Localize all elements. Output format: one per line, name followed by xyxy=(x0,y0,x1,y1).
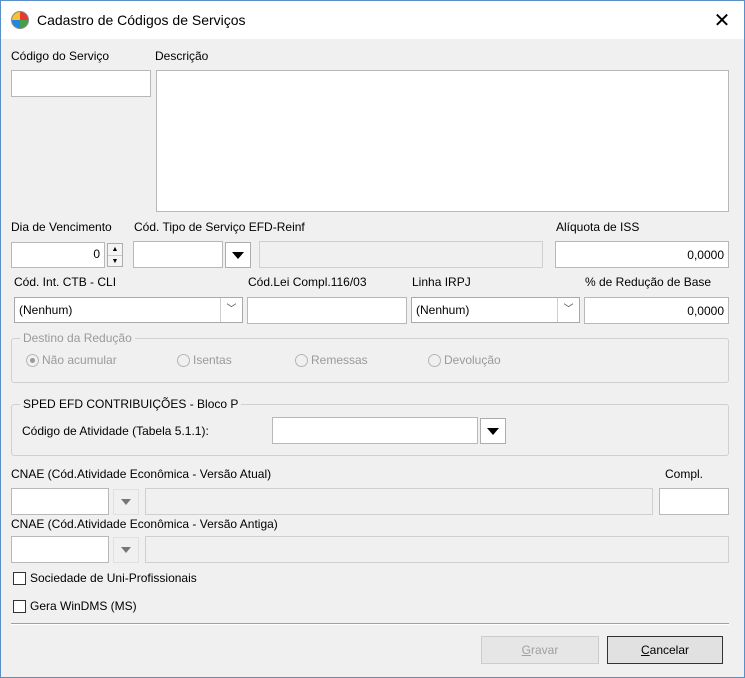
descricao-label: Descrição xyxy=(155,49,209,63)
dia-vencimento-spinner[interactable]: ▲ ▼ xyxy=(107,243,123,267)
cnae-antiga-label: CNAE (Cód.Atividade Econômica - Versão A… xyxy=(11,517,278,531)
dropdown-arrow-icon xyxy=(121,499,131,505)
radio-label: Não acumular xyxy=(42,353,117,367)
dropdown-arrow-icon xyxy=(121,547,131,553)
sped-legend: SPED EFD CONTRIBUIÇÕES - Bloco P xyxy=(20,397,242,411)
cod-tipo-servico-input[interactable] xyxy=(133,241,223,268)
app-icon xyxy=(11,11,29,29)
dialog-window: Cadastro de Códigos de Serviços ✕ Código… xyxy=(0,0,745,678)
codigo-servico-label: Código do Serviço xyxy=(11,49,110,63)
title-bar: Cadastro de Códigos de Serviços ✕ xyxy=(1,1,744,39)
codigo-atividade-label: Código de Atividade (Tabela 5.1.1): xyxy=(22,424,209,438)
radio-icon xyxy=(295,353,308,367)
spin-up-icon[interactable]: ▲ xyxy=(108,244,122,256)
cancelar-label: ancelar xyxy=(649,643,690,657)
cnae-atual-dropdown-button[interactable] xyxy=(113,489,139,515)
destino-reducao-group: Destino da Redução Não acumular Isentas … xyxy=(11,331,729,383)
gravar-button[interactable]: Gravar xyxy=(481,636,599,664)
linha-irpj-value: (Nenhum) xyxy=(416,303,470,317)
checkbox-label: Sociedade de Uni-Profissionais xyxy=(30,571,197,585)
gravar-label: ravar xyxy=(531,643,559,657)
radio-label: Isentas xyxy=(193,353,232,367)
cnae-antiga-dropdown-button[interactable] xyxy=(113,537,139,563)
sociedade-uni-profissionais-checkbox[interactable]: Sociedade de Uni-Profissionais xyxy=(13,571,197,585)
footer-separator xyxy=(11,623,729,625)
pct-reducao-label: % de Redução de Base xyxy=(585,275,712,289)
spin-down-icon[interactable]: ▼ xyxy=(108,256,122,267)
window-title: Cadastro de Códigos de Serviços xyxy=(37,12,246,28)
cnae-antiga-description xyxy=(145,536,729,563)
radio-devolucao[interactable]: Devolução xyxy=(428,353,501,367)
checkbox-icon xyxy=(13,599,26,613)
gera-windms-checkbox[interactable]: Gera WinDMS (MS) xyxy=(13,599,137,613)
cod-lei-compl-input[interactable] xyxy=(247,297,407,324)
checkbox-label: Gera WinDMS (MS) xyxy=(30,599,137,613)
cancelar-button[interactable]: Cancelar xyxy=(607,636,723,664)
pct-reducao-input[interactable]: 0,0000 xyxy=(584,297,729,324)
radio-selected-icon xyxy=(26,353,39,367)
radio-isentas[interactable]: Isentas xyxy=(177,353,232,367)
dropdown-arrow-icon xyxy=(487,427,499,435)
cod-int-ctb-value: (Nenhum) xyxy=(19,303,73,317)
destino-reducao-legend: Destino da Redução xyxy=(20,331,135,345)
aliquota-iss-label: Alíquota de ISS xyxy=(556,220,640,234)
dropdown-arrow-icon xyxy=(232,251,244,259)
cnae-atual-description xyxy=(145,488,653,515)
cod-int-ctb-select[interactable]: (Nenhum) ﹀ xyxy=(14,297,243,323)
sped-group: SPED EFD CONTRIBUIÇÕES - Bloco P Código … xyxy=(11,397,729,456)
descricao-textarea[interactable] xyxy=(156,70,729,212)
radio-remessas[interactable]: Remessas xyxy=(295,353,368,367)
cancelar-accesskey: C xyxy=(640,643,650,657)
compl-label: Compl. xyxy=(665,467,704,481)
chevron-down-icon[interactable]: ﹀ xyxy=(220,298,242,322)
dia-vencimento-input[interactable]: 0 xyxy=(11,242,105,268)
radio-nao-acumular[interactable]: Não acumular xyxy=(26,353,117,367)
cod-tipo-servico-label: Cód. Tipo de Serviço EFD-Reinf xyxy=(134,220,305,234)
checkbox-icon xyxy=(13,571,26,585)
close-button[interactable]: ✕ xyxy=(700,1,744,39)
codigo-atividade-input[interactable] xyxy=(272,417,478,444)
linha-irpj-label: Linha IRPJ xyxy=(412,275,471,289)
radio-icon xyxy=(428,353,441,367)
aliquota-iss-input[interactable]: 0,0000 xyxy=(555,241,729,268)
cod-tipo-servico-description xyxy=(259,241,543,268)
chevron-down-icon[interactable]: ﹀ xyxy=(557,298,579,322)
radio-label: Devolução xyxy=(444,353,501,367)
codigo-atividade-dropdown-button[interactable] xyxy=(480,418,506,444)
radio-icon xyxy=(177,353,190,367)
radio-label: Remessas xyxy=(311,353,368,367)
cnae-atual-input[interactable] xyxy=(11,488,109,515)
dia-vencimento-label: Dia de Vencimento xyxy=(11,220,112,234)
close-icon: ✕ xyxy=(713,9,731,32)
linha-irpj-select[interactable]: (Nenhum) ﹀ xyxy=(411,297,580,323)
cnae-atual-label: CNAE (Cód.Atividade Econômica - Versão A… xyxy=(11,467,272,481)
codigo-servico-input[interactable] xyxy=(11,70,151,97)
cod-int-ctb-label: Cód. Int. CTB - CLI xyxy=(14,275,117,289)
cnae-antiga-input[interactable] xyxy=(11,536,109,563)
cod-lei-compl-label: Cód.Lei Compl.116/03 xyxy=(248,275,367,289)
gravar-accesskey: G xyxy=(521,643,531,657)
compl-input[interactable] xyxy=(659,488,729,515)
cod-tipo-servico-dropdown-button[interactable] xyxy=(225,242,251,268)
